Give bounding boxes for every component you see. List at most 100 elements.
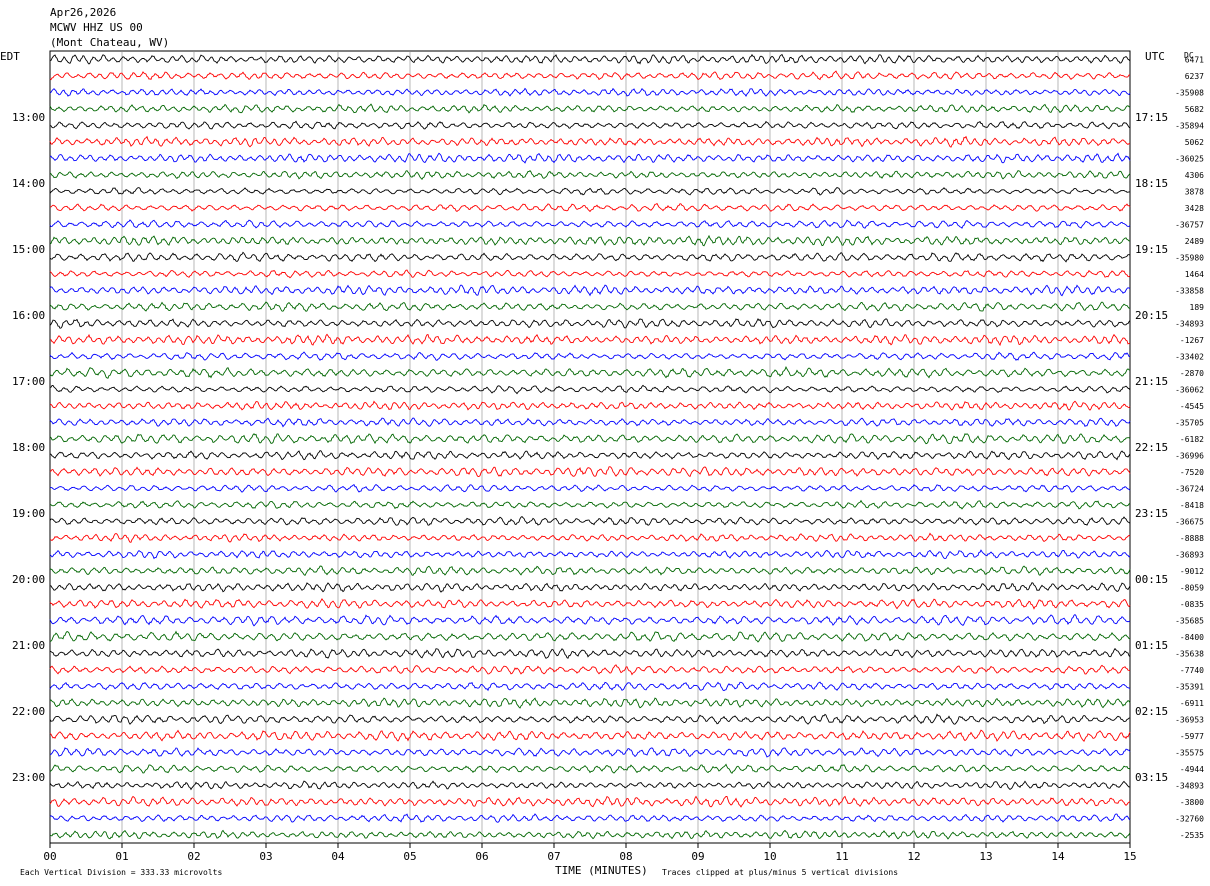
dc-offset-label: -34893 — [1175, 781, 1204, 790]
dc-offset-label: -8888 — [1180, 534, 1204, 543]
dc-offset-label: -36757 — [1175, 220, 1204, 229]
trace-row — [49, 484, 1131, 493]
left-hour-label: 15:00 — [12, 243, 45, 256]
dc-offset-label: -8400 — [1180, 633, 1204, 642]
trace-row — [49, 384, 1131, 395]
dc-offset-label: 6237 — [1185, 72, 1204, 81]
trace-row — [49, 251, 1131, 263]
x-tick-label: 07 — [547, 850, 560, 863]
trace-row — [49, 813, 1131, 823]
dc-offset-label: 3428 — [1185, 204, 1204, 213]
dc-offset-label: -36893 — [1175, 550, 1204, 559]
right-hour-label: 01:15 — [1135, 639, 1168, 652]
dc-offset-label: 3878 — [1185, 187, 1204, 196]
trace-row — [49, 301, 1131, 312]
dc-offset-label: -35980 — [1175, 253, 1204, 262]
dc-offset-label: -34893 — [1175, 319, 1204, 328]
trace-row — [49, 664, 1131, 676]
trace-row — [49, 87, 1131, 98]
right-hour-label: 20:15 — [1135, 309, 1168, 322]
dc-offset-labels: 6471 6237 -35908 5682 -35894 5062 -36025 4306 38… — [1175, 55, 1204, 840]
left-hour-label: 21:00 — [12, 639, 45, 652]
left-hour-label: 18:00 — [12, 441, 45, 454]
dc-offset-label: 5062 — [1185, 138, 1204, 147]
left-timezone-label: EDT — [0, 50, 20, 63]
trace-row — [49, 697, 1131, 709]
dc-offset-label: -35908 — [1175, 88, 1204, 97]
dc-offset-label: 1464 — [1185, 270, 1204, 279]
dc-offset-label: -36953 — [1175, 715, 1204, 724]
dc-offset-label: -4545 — [1180, 402, 1204, 411]
trace-row — [49, 747, 1131, 758]
trace-row — [49, 120, 1131, 130]
right-hour-label: 03:15 — [1135, 771, 1168, 784]
trace-row — [49, 318, 1131, 329]
dc-offset-label: -9012 — [1180, 567, 1204, 576]
right-hour-labels: 17:15 18:15 19:15 20:15 21:15 22:15 23:15 00:15… — [1135, 111, 1168, 784]
dc-offset-label: -33858 — [1175, 286, 1204, 295]
trace-row — [49, 713, 1131, 725]
x-tick-label: 05 — [403, 850, 416, 863]
right-hour-label: 23:15 — [1135, 507, 1168, 520]
x-tick-label: 08 — [619, 850, 632, 863]
dc-offset-label: -35575 — [1175, 748, 1204, 757]
trace-row — [49, 532, 1131, 543]
trace-row — [49, 763, 1131, 774]
dc-offset-label: -3800 — [1180, 798, 1204, 807]
left-hour-label: 22:00 — [12, 705, 45, 718]
trace-row — [49, 152, 1131, 164]
x-tick-label: 00 — [43, 850, 56, 863]
trace-row — [49, 202, 1131, 213]
dc-offset-label: -7740 — [1180, 666, 1204, 675]
trace-row — [49, 613, 1131, 627]
right-timezone-label: UTC — [1145, 50, 1165, 63]
dc-offset-label: -7520 — [1180, 468, 1204, 477]
clip-note: Traces clipped at plus/minus 5 vertical … — [662, 868, 898, 877]
dc-offset-label: -35705 — [1175, 418, 1204, 427]
trace-row — [49, 219, 1131, 229]
x-tick-label: 10 — [763, 850, 776, 863]
dc-offset-label: -36025 — [1175, 154, 1204, 163]
left-hour-labels: 13:00 14:00 15:00 16:00 17:00 18:00 19:00 20:00… — [12, 111, 45, 784]
right-hour-label: 18:15 — [1135, 177, 1168, 190]
trace-row — [49, 499, 1131, 510]
trace-row — [49, 366, 1131, 379]
dc-offset-label: -1267 — [1180, 336, 1204, 345]
left-hour-label: 13:00 — [12, 111, 45, 124]
dc-offset-label: -35638 — [1175, 649, 1204, 658]
dc-offset-label: 6471 — [1185, 55, 1204, 64]
left-hour-label: 16:00 — [12, 309, 45, 322]
trace-row — [49, 333, 1131, 347]
trace-row — [49, 582, 1131, 593]
trace-row — [49, 433, 1131, 445]
trace-row — [49, 466, 1131, 478]
dc-offset-label: -5977 — [1180, 732, 1204, 741]
helicorder-chart: Apr26,2026 MCWV HHZ US 00 (Mont Chateau,… — [0, 6, 1204, 877]
dc-offset-label: -0835 — [1180, 600, 1204, 609]
dc-offset-label: -6182 — [1180, 435, 1204, 444]
dc-offset-label: -36062 — [1175, 385, 1204, 394]
right-hour-label: 02:15 — [1135, 705, 1168, 718]
trace-row — [49, 170, 1131, 180]
x-tick-label: 11 — [835, 850, 848, 863]
trace-row — [49, 284, 1131, 297]
dc-offset-label: -2870 — [1180, 369, 1204, 378]
trace-row — [49, 549, 1131, 560]
trace-row — [49, 450, 1131, 461]
x-axis-ticks: 00 01 02 03 04 05 06 07 08 09 10 11 12 13 14 15 — [43, 843, 1137, 863]
right-hour-label: 00:15 — [1135, 573, 1168, 586]
left-hour-label: 23:00 — [12, 771, 45, 784]
dc-offset-label: -33402 — [1175, 352, 1204, 361]
trace-row — [49, 103, 1131, 114]
date-label: Apr26,2026 — [50, 6, 116, 19]
right-hour-label: 22:15 — [1135, 441, 1168, 454]
trace-row — [49, 565, 1131, 576]
dc-offset-label: -35685 — [1175, 616, 1204, 625]
location-label: (Mont Chateau, WV) — [50, 36, 169, 49]
dc-offset-label: 2489 — [1185, 237, 1204, 246]
dc-offset-label: 189 — [1190, 303, 1205, 312]
dc-offset-label: -36996 — [1175, 451, 1204, 460]
left-hour-label: 14:00 — [12, 177, 45, 190]
left-hour-label: 19:00 — [12, 507, 45, 520]
dc-offset-label: -35391 — [1175, 682, 1204, 691]
